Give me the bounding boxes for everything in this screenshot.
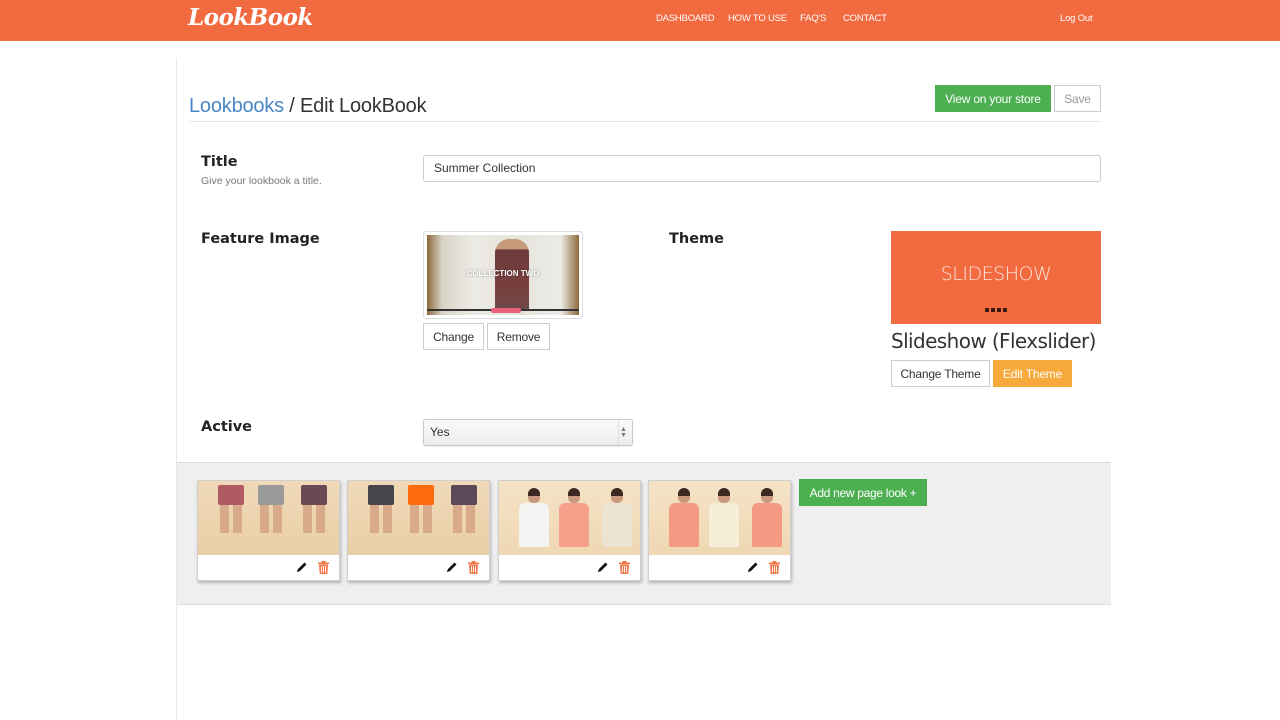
look-actions — [596, 561, 632, 574]
slider-dots-icon — [891, 299, 1101, 317]
pencil-icon[interactable] — [445, 561, 458, 574]
active-select[interactable]: Yes ▲ ▼ — [423, 419, 633, 446]
trash-icon[interactable] — [318, 561, 331, 574]
look-thumbnail — [499, 481, 640, 555]
look-card[interactable] — [197, 480, 340, 581]
feature-image: COLLECTION TWO — [427, 235, 579, 315]
trash-icon[interactable] — [619, 561, 632, 574]
title-input[interactable]: Summer Collection — [423, 155, 1101, 182]
remove-image-button[interactable]: Remove — [487, 323, 550, 350]
select-arrows-icon: ▲ ▼ — [618, 420, 628, 445]
edit-theme-button[interactable]: Edit Theme — [993, 360, 1072, 387]
look-thumbnail — [348, 481, 489, 555]
nav-contact[interactable]: CONTACT — [843, 13, 887, 24]
header-divider — [189, 121, 1101, 122]
top-navbar: LookBook DASHBOARD HOW TO USE FAQ'S CONT… — [0, 0, 1280, 41]
look-card[interactable] — [498, 480, 641, 581]
look-actions — [445, 561, 481, 574]
active-label: Active — [201, 419, 253, 435]
feature-image-pill — [491, 308, 521, 313]
content-left-border — [176, 58, 177, 720]
feature-image-thumbnail: COLLECTION TWO — [423, 231, 583, 319]
nav-dashboard[interactable]: DASHBOARD — [656, 13, 715, 24]
nav-faqs[interactable]: FAQ'S — [800, 13, 826, 24]
active-select-value: Yes — [430, 425, 450, 439]
logout-link[interactable]: Log Out — [1060, 13, 1093, 24]
look-card[interactable] — [347, 480, 490, 581]
look-actions — [746, 561, 782, 574]
look-thumbnail — [198, 481, 339, 555]
look-thumbnail — [649, 481, 790, 555]
change-image-button[interactable]: Change — [423, 323, 484, 350]
trash-icon[interactable] — [769, 561, 782, 574]
theme-preview-text: SLIDESHOW — [940, 263, 1052, 285]
breadcrumb-current: Edit LookBook — [300, 95, 427, 117]
add-page-look-button[interactable]: Add new page look + — [799, 479, 927, 506]
pencil-icon[interactable] — [746, 561, 759, 574]
view-on-store-button[interactable]: View on your store — [935, 85, 1051, 112]
look-actions — [295, 561, 331, 574]
page-title: Lookbooks / Edit LookBook — [189, 95, 427, 118]
pencil-icon[interactable] — [295, 561, 308, 574]
feature-image-caption: COLLECTION TWO — [466, 269, 540, 278]
look-card[interactable] — [648, 480, 791, 581]
trash-icon[interactable] — [468, 561, 481, 574]
breadcrumb-separator: / — [283, 95, 301, 117]
title-label: Title — [201, 154, 238, 170]
theme-preview: SLIDESHOW — [891, 231, 1101, 324]
change-theme-button[interactable]: Change Theme — [891, 360, 990, 387]
save-button[interactable]: Save — [1054, 85, 1101, 112]
feature-image-label: Feature Image — [201, 231, 320, 247]
title-hint: Give your lookbook a title. — [201, 175, 322, 187]
pencil-icon[interactable] — [596, 561, 609, 574]
breadcrumb-lookbooks[interactable]: Lookbooks — [189, 95, 284, 117]
nav-how-to-use[interactable]: HOW TO USE — [728, 13, 787, 24]
theme-label: Theme — [669, 231, 724, 247]
page-looks-panel — [177, 462, 1111, 605]
theme-name: Slideshow (Flexslider) — [891, 329, 1096, 353]
lookbook-logo[interactable]: LookBook — [188, 4, 313, 31]
